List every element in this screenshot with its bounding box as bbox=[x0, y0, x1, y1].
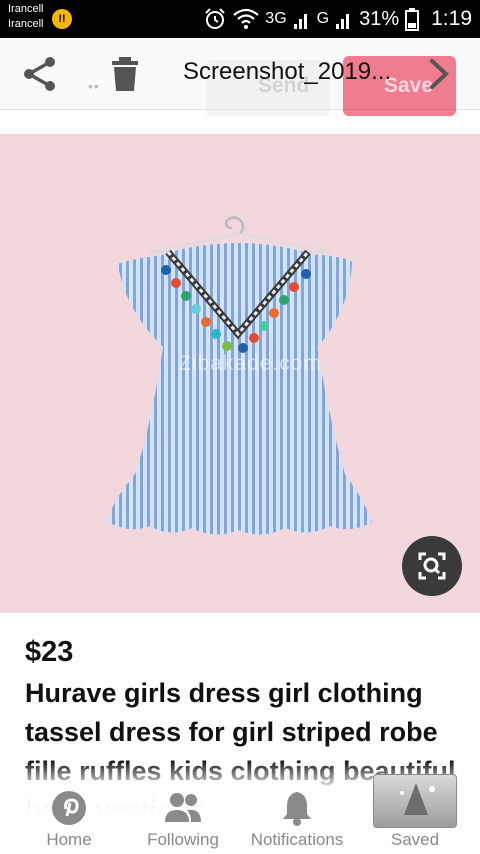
bottom-navigation: Home Following Notifications Saved bbox=[0, 780, 480, 854]
notification-badge: !! bbox=[52, 9, 72, 29]
status-bar: Irancell Irancell !! 3G G 31% 1:19 bbox=[0, 0, 480, 38]
alarm-icon bbox=[205, 8, 226, 29]
nav-saved-label: Saved bbox=[390, 830, 440, 849]
nav-following-label: Following bbox=[147, 830, 219, 849]
battery-percent: 31% bbox=[359, 7, 400, 30]
signal-icon-2 bbox=[336, 14, 350, 29]
nav-home-label: Home bbox=[46, 830, 92, 849]
nav-home[interactable]: Home bbox=[14, 780, 124, 854]
status-icons: 3G G 31% 1:19 bbox=[203, 4, 472, 34]
chevron-right-icon[interactable] bbox=[424, 58, 452, 90]
product-price: $23 bbox=[25, 636, 74, 668]
battery-icon bbox=[405, 8, 420, 31]
network-type-1: 3G bbox=[265, 10, 287, 27]
toolbar-title: Screenshot_2019... bbox=[183, 58, 392, 85]
nav-following[interactable]: Following bbox=[128, 780, 238, 854]
clock: 1:19 bbox=[431, 7, 472, 30]
nav-notifications-label: Notifications bbox=[250, 830, 344, 849]
visual-search-button[interactable] bbox=[402, 536, 462, 596]
nav-saved[interactable]: Saved bbox=[360, 780, 470, 854]
bell-icon bbox=[283, 792, 311, 826]
carrier-labels: Irancell Irancell bbox=[8, 2, 43, 32]
carrier-2: Irancell bbox=[8, 18, 44, 30]
trash-icon[interactable] bbox=[110, 56, 140, 92]
wifi-icon bbox=[233, 8, 260, 29]
pinterest-icon bbox=[52, 791, 86, 825]
image-watermark: Zibakade.com bbox=[178, 352, 322, 375]
network-type-2: G bbox=[316, 10, 330, 27]
nav-notifications[interactable]: Notifications bbox=[242, 780, 352, 854]
signal-icon bbox=[293, 14, 307, 29]
ghost-dots: •• bbox=[88, 78, 100, 94]
share-icon[interactable] bbox=[20, 54, 60, 94]
people-icon bbox=[165, 793, 201, 822]
lens-icon bbox=[418, 552, 446, 580]
carrier-1: Irancell bbox=[8, 3, 44, 15]
